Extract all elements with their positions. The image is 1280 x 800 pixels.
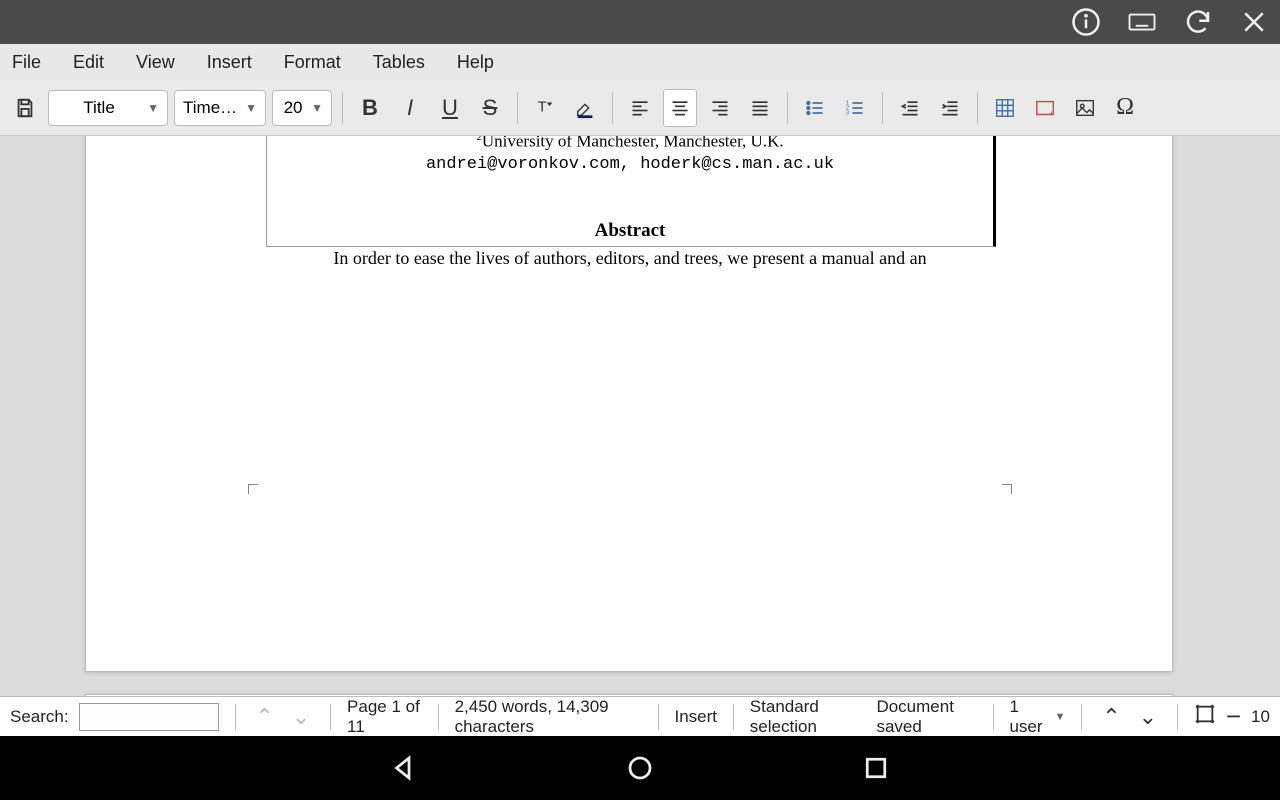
keyboard-icon[interactable] <box>1126 6 1158 38</box>
increase-indent-button[interactable] <box>933 89 967 127</box>
toolbar-separator <box>612 92 613 124</box>
page-1: Andrei Voronkov1,2* and Kryštof Hoder1† … <box>85 136 1173 672</box>
italic-button[interactable]: I <box>393 89 427 127</box>
insert-mode[interactable]: Insert <box>674 707 717 727</box>
font-color-button[interactable]: T <box>528 89 562 127</box>
align-center-button[interactable] <box>663 89 697 127</box>
strikethrough-button[interactable]: S <box>473 89 507 127</box>
page-up-button[interactable]: ⌃ <box>1098 704 1124 730</box>
menu-help[interactable]: Help <box>457 52 494 73</box>
status-separator <box>733 704 734 730</box>
status-separator <box>658 704 659 730</box>
numbered-list-button[interactable]: 123 <box>838 89 872 127</box>
paragraph-style-value: Title <box>57 98 141 118</box>
menu-insert[interactable]: Insert <box>207 52 252 73</box>
bold-button[interactable]: B <box>353 89 387 127</box>
font-size-value: 20 <box>281 98 305 118</box>
highlight-color-button[interactable] <box>568 89 602 127</box>
underline-button[interactable]: U <box>433 89 467 127</box>
font-family-combo[interactable]: Times … ▼ <box>174 90 266 126</box>
svg-text:+: + <box>1049 109 1054 119</box>
bullet-list-button[interactable] <box>798 89 832 127</box>
menu-tables[interactable]: Tables <box>373 52 425 73</box>
recent-apps-button[interactable] <box>858 750 894 786</box>
status-separator <box>1177 704 1178 730</box>
insert-table-button[interactable] <box>988 89 1022 127</box>
chevron-down-icon: ▼ <box>1055 711 1066 723</box>
statusbar: Search: ⌃ ⌄ Page 1 of 11 2,450 words, 14… <box>0 696 1280 736</box>
menu-format[interactable]: Format <box>284 52 341 73</box>
status-separator <box>1081 704 1082 730</box>
user-count-button[interactable]: 1 user ▼ <box>1009 697 1065 737</box>
author-emails: andrei@voronkov.com, hoderk@cs.man.ac.uk <box>297 155 963 174</box>
menubar: File Edit View Insert Format Tables Help <box>0 44 1280 80</box>
document-canvas[interactable]: Andrei Voronkov1,2* and Kryštof Hoder1† … <box>0 136 1280 696</box>
status-separator <box>993 704 994 730</box>
affil-2-text: University of Manchester, Manchester, U.… <box>482 136 784 150</box>
toolbar: Title ▼ Times … ▼ 20 ▼ B I U S T 123 <box>0 80 1280 136</box>
align-justify-button[interactable] <box>743 89 777 127</box>
affiliation-2: 2University of Manchester, Manchester, U… <box>297 136 963 151</box>
svg-text:T: T <box>538 99 547 115</box>
titlebar <box>0 0 1280 44</box>
status-separator <box>438 704 439 730</box>
chevron-down-icon: ▼ <box>245 101 257 115</box>
menu-edit[interactable]: Edit <box>73 52 104 73</box>
toolbar-separator <box>517 92 518 124</box>
search-label: Search: <box>10 707 69 727</box>
chevron-down-icon: ▼ <box>311 101 323 115</box>
home-button[interactable] <box>622 750 658 786</box>
insert-image-button[interactable] <box>1068 89 1102 127</box>
close-icon[interactable] <box>1238 6 1270 38</box>
page-2 <box>85 694 1173 696</box>
save-state: Document saved <box>876 697 976 737</box>
zoom-out-button[interactable]: − <box>1226 701 1241 732</box>
save-button[interactable] <box>8 89 42 127</box>
text-frame[interactable]: Andrei Voronkov1,2* and Kryštof Hoder1† … <box>266 136 996 247</box>
page-indicator[interactable]: Page 1 of 11 <box>347 697 422 737</box>
back-button[interactable] <box>386 750 422 786</box>
menu-file[interactable]: File <box>12 52 41 73</box>
insert-textbox-button[interactable]: + <box>1028 89 1062 127</box>
selection-mode[interactable]: Standard selection <box>750 697 861 737</box>
paragraph-style-combo[interactable]: Title ▼ <box>48 90 168 126</box>
margin-mark <box>998 484 1012 498</box>
toolbar-separator <box>977 92 978 124</box>
view-layout-icon[interactable] <box>1194 703 1216 730</box>
toolbar-separator <box>787 92 788 124</box>
search-prev-button[interactable]: ⌃ <box>251 704 277 730</box>
margin-mark <box>248 484 262 498</box>
android-navbar <box>0 736 1280 800</box>
svg-text:3: 3 <box>846 110 849 116</box>
page-down-button[interactable]: ⌄ <box>1135 704 1161 730</box>
decrease-indent-button[interactable] <box>893 89 927 127</box>
insert-symbol-button[interactable]: Ω <box>1108 89 1142 127</box>
font-family-value: Times … <box>183 98 239 118</box>
info-icon[interactable] <box>1070 6 1102 38</box>
search-next-button[interactable]: ⌄ <box>288 704 314 730</box>
word-count[interactable]: 2,450 words, 14,309 characters <box>455 697 642 737</box>
chevron-down-icon: ▼ <box>147 101 159 115</box>
align-right-button[interactable] <box>703 89 737 127</box>
zoom-value: 10 <box>1251 707 1270 727</box>
menu-view[interactable]: View <box>136 52 175 73</box>
align-left-button[interactable] <box>623 89 657 127</box>
toolbar-separator <box>882 92 883 124</box>
toolbar-separator <box>342 92 343 124</box>
search-input[interactable] <box>79 703 219 731</box>
status-separator <box>235 704 236 730</box>
abstract-text: In order to ease the lives of authors, e… <box>297 248 963 269</box>
user-count-label: 1 user <box>1009 697 1042 737</box>
status-separator <box>330 704 331 730</box>
refresh-icon[interactable] <box>1182 6 1214 38</box>
abstract-heading: Abstract <box>297 220 963 242</box>
font-size-combo[interactable]: 20 ▼ <box>272 90 332 126</box>
